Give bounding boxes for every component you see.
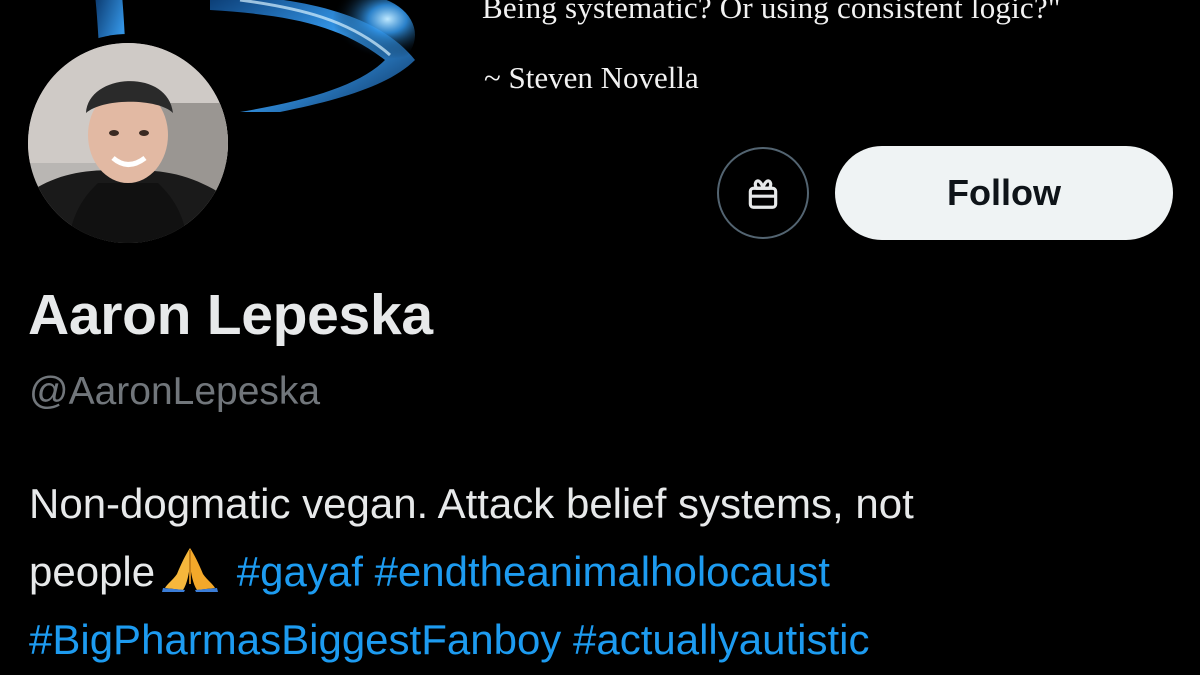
gift-icon (748, 179, 778, 209)
bio-line-1: Non-dogmatic vegan. Attack belief system… (29, 480, 914, 527)
banner-quote: Being systematic? Or using consistent lo… (482, 0, 1061, 25)
hashtag-actuallyautistic[interactable]: #actuallyautistic (573, 616, 869, 663)
banner-quote-author: ~ Steven Novella (484, 60, 699, 95)
bio-text-people: people (29, 548, 156, 595)
avatar-photo (28, 43, 228, 243)
bio-line-2: people #gayaf #endtheanimalholocaust (29, 538, 1179, 606)
gift-button[interactable] (717, 147, 809, 239)
display-name: Aaron Lepeska (28, 283, 433, 347)
hashtag-bigpharmasbiggestfanboy[interactable]: #BigPharmasBiggestFanboy (29, 616, 561, 663)
bio-line-3: #BigPharmasBiggestFanboy #actuallyautist… (29, 606, 1179, 674)
hashtag-endtheanimalholocaust[interactable]: #endtheanimalholocaust (375, 548, 830, 595)
avatar[interactable] (28, 43, 228, 243)
follow-button[interactable]: Follow (835, 146, 1173, 240)
hashtag-gayaf[interactable]: #gayaf (237, 548, 363, 595)
user-handle: @AaronLepeska (29, 370, 321, 413)
profile-bio: Non-dogmatic vegan. Attack belief system… (29, 470, 1179, 674)
folded-hands-emoji-icon (162, 548, 219, 592)
